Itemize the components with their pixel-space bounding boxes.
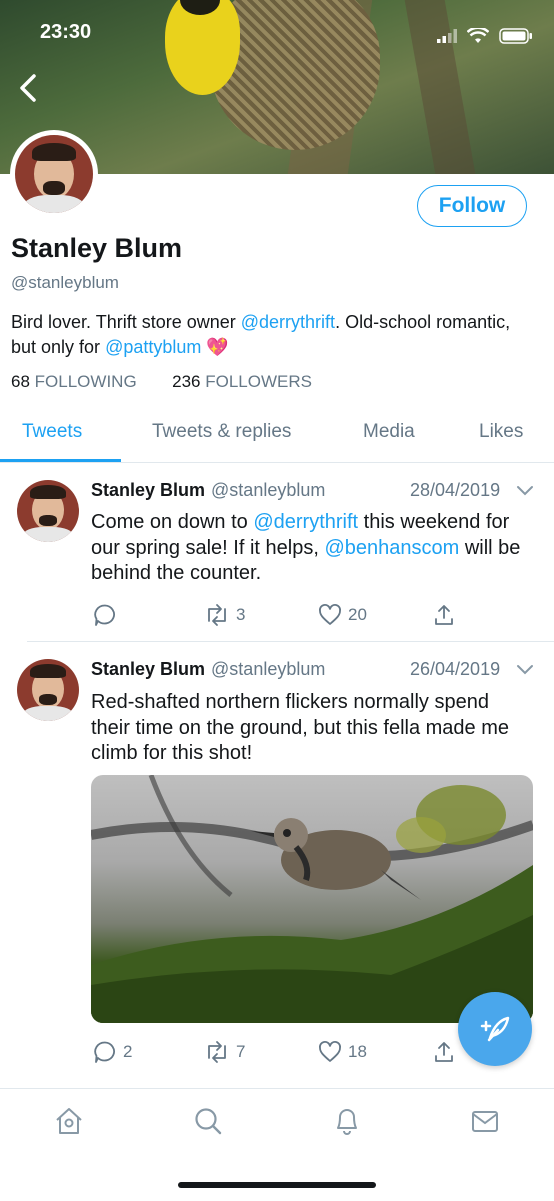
tab-tweets[interactable]: Tweets: [22, 421, 82, 443]
mention-link[interactable]: @derrythrift: [241, 312, 335, 332]
share-icon: [435, 605, 453, 625]
followers-label: FOLLOWERS: [205, 372, 312, 391]
signal-icon: [437, 29, 457, 43]
tab-tweets-replies[interactable]: Tweets & replies: [152, 421, 291, 443]
followers-count: 236: [172, 372, 201, 391]
heart-icon: [319, 604, 341, 625]
retweet-button[interactable]: 3: [204, 603, 245, 627]
following-count: 68: [11, 372, 30, 391]
reply-count: 2: [123, 1042, 133, 1061]
flicker-bird-photo: [91, 775, 533, 1023]
retweet-count: 7: [236, 1042, 246, 1061]
status-icons: [437, 28, 533, 44]
heart-emoji: 💖: [206, 337, 229, 357]
home-indicator: [178, 1182, 376, 1188]
profile-name: Stanley Blum: [11, 233, 183, 263]
tweet-date: 26/04/2019: [410, 659, 501, 679]
back-button[interactable]: [14, 72, 46, 104]
mention-link[interactable]: @derrythrift: [253, 511, 358, 533]
nav-home[interactable]: [54, 1106, 84, 1141]
tweet-text-segment: Come on down to: [91, 511, 254, 533]
like-count: 20: [348, 605, 367, 624]
heart-icon: [319, 1041, 341, 1062]
home-icon: [56, 1108, 82, 1134]
share-icon: [435, 1042, 453, 1062]
following-link[interactable]: 68 FOLLOWING: [11, 372, 137, 391]
nav-notifications[interactable]: [332, 1106, 362, 1141]
tweet-avatar[interactable]: [17, 480, 79, 542]
retweet-button[interactable]: 7: [204, 1040, 245, 1064]
tweet-author-name[interactable]: Stanley Blum: [91, 659, 205, 680]
compose-tweet-button[interactable]: [458, 992, 532, 1066]
battery-icon: [499, 28, 532, 44]
follow-counts: 68 FOLLOWING 236 FOLLOWERS: [11, 372, 312, 392]
tweet-author-handle: @stanleyblum: [211, 480, 326, 500]
reply-button[interactable]: 2: [93, 1040, 132, 1064]
mention-link[interactable]: @pattyblum: [105, 337, 201, 357]
follow-button[interactable]: Follow: [417, 185, 527, 227]
nav-search[interactable]: [193, 1106, 223, 1141]
chevron-down-icon[interactable]: [516, 484, 534, 498]
profile-handle: @stanleyblum: [11, 273, 119, 292]
like-count: 18: [348, 1042, 367, 1061]
share-button[interactable]: [432, 1040, 456, 1064]
tweet-date: 28/04/2019: [410, 480, 501, 500]
followers-link[interactable]: 236 FOLLOWERS: [172, 372, 312, 391]
tweet-photo[interactable]: [91, 775, 533, 1023]
tweet-text: Red-shafted northern flickers normally s…: [91, 691, 510, 764]
search-icon: [195, 1108, 222, 1135]
reply-button[interactable]: [93, 603, 123, 627]
tweet-author-handle: @stanleyblum: [211, 659, 326, 679]
share-button[interactable]: [432, 603, 456, 627]
tweet-author-name[interactable]: Stanley Blum: [91, 480, 205, 501]
retweet-icon: [208, 604, 226, 626]
tweet-text: Come on down to @derrythrift this weeken…: [91, 510, 531, 587]
profile-bio: Bird lover. Thrift store owner @derrythr…: [11, 310, 531, 360]
quill-plus-icon: [480, 1016, 510, 1042]
following-label: FOLLOWING: [34, 372, 137, 391]
like-button[interactable]: 18: [318, 1040, 367, 1064]
retweet-icon: [208, 1041, 226, 1063]
tweet-avatar[interactable]: [17, 659, 79, 721]
chevron-left-icon: [20, 74, 36, 102]
chevron-down-icon[interactable]: [516, 663, 534, 677]
tab-likes[interactable]: Likes: [479, 421, 523, 443]
mention-link[interactable]: @benhanscom: [324, 537, 459, 559]
reply-icon: [94, 1041, 115, 1063]
tweet-header: Stanley Blum @stanleyblum: [91, 480, 325, 501]
reply-icon: [94, 604, 115, 626]
nav-messages[interactable]: [470, 1106, 500, 1141]
like-button[interactable]: 20: [318, 603, 367, 627]
retweet-count: 3: [236, 605, 246, 624]
profile-avatar[interactable]: [10, 130, 98, 218]
tab-media[interactable]: Media: [363, 421, 415, 443]
tweet-header: Stanley Blum @stanleyblum: [91, 659, 325, 680]
messages-icon: [472, 1111, 498, 1132]
bio-text: Bird lover. Thrift store owner: [11, 312, 241, 332]
tab-divider: [0, 462, 554, 463]
notifications-icon: [337, 1109, 357, 1135]
status-time: 23:30: [40, 21, 92, 43]
tweet-divider: [27, 641, 554, 642]
wifi-icon: [467, 28, 489, 43]
